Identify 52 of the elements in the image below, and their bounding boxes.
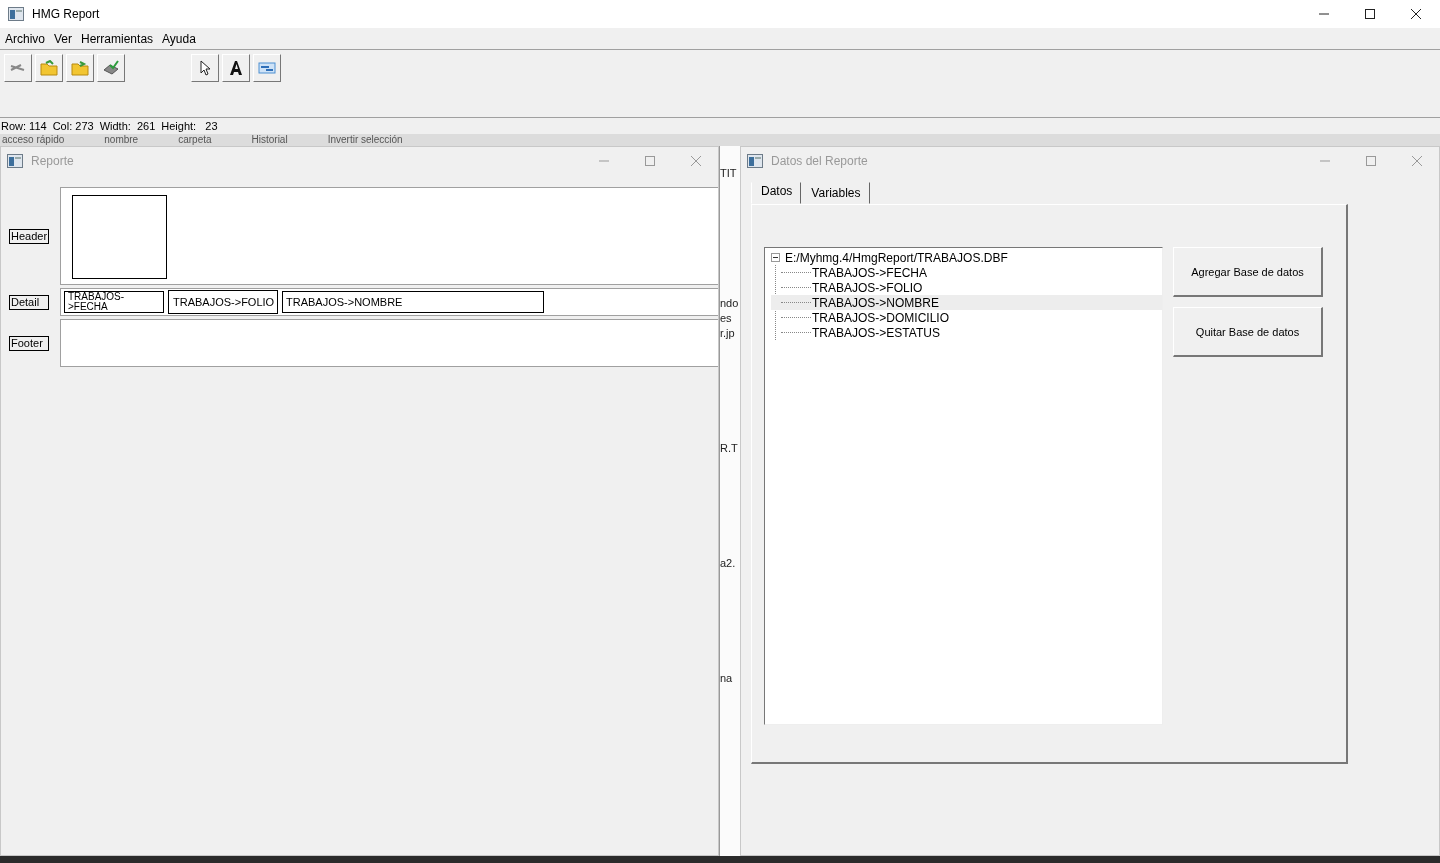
window-icon bbox=[8, 7, 24, 21]
toolbar-button[interactable] bbox=[191, 54, 219, 82]
close-icon[interactable] bbox=[1410, 8, 1422, 20]
background-text: na bbox=[720, 671, 734, 686]
menu-item[interactable]: Herramientas bbox=[81, 31, 161, 46]
menu-item[interactable]: Ayuda bbox=[162, 31, 203, 46]
image-frame[interactable] bbox=[72, 195, 167, 279]
background-text: r.jp bbox=[720, 326, 736, 341]
background-text: R.T bbox=[720, 441, 739, 456]
background-text: TIT bbox=[720, 166, 738, 181]
window-title: HMG Report bbox=[32, 7, 101, 21]
window-title: Datos del Reporte bbox=[771, 154, 869, 168]
background-text: es bbox=[720, 311, 733, 326]
tree-item[interactable]: TRABAJOS->DOMICILIO bbox=[811, 310, 951, 325]
report-field[interactable]: TRABAJOS->NOMBRE bbox=[282, 291, 544, 313]
status-text: Height: 23 bbox=[161, 120, 218, 132]
tab[interactable]: Datos bbox=[751, 182, 802, 204]
background-text: ndo bbox=[720, 296, 740, 311]
collapse-icon[interactable] bbox=[771, 253, 780, 262]
background-text: carpeta bbox=[178, 134, 212, 146]
tree-item[interactable]: TRABAJOS->ESTATUS bbox=[811, 325, 941, 340]
disk-check-icon bbox=[102, 60, 120, 76]
pointer-icon bbox=[198, 60, 212, 76]
status-text: Col: 273 bbox=[52, 120, 94, 132]
status-text: Width: 261 bbox=[99, 120, 156, 132]
folder-icon bbox=[71, 60, 89, 76]
report-field[interactable]: TRABAJOS->FECHA bbox=[64, 291, 164, 313]
background-text: Invertir selección bbox=[327, 134, 403, 146]
tree-item[interactable]: TRABAJOS->FECHA bbox=[811, 265, 929, 280]
band-label[interactable]: Header bbox=[9, 228, 49, 244]
maximize-icon[interactable] bbox=[1364, 8, 1376, 20]
menu-item[interactable]: Archivo bbox=[5, 31, 52, 46]
folder-icon bbox=[40, 60, 58, 76]
status-text: Row: 114 bbox=[1, 120, 47, 132]
report-field[interactable]: TRABAJOS->FOLIO bbox=[168, 290, 278, 314]
background-text: Historial bbox=[251, 134, 288, 146]
background-text: acceso rápido bbox=[2, 134, 65, 146]
band-label[interactable]: Detail bbox=[9, 294, 49, 310]
tree-item[interactable]: E:/Myhmg.4/HmgReport/TRABAJOS.DBF bbox=[785, 250, 1008, 265]
band-label[interactable]: Footer bbox=[9, 335, 49, 351]
window-icon bbox=[747, 154, 763, 168]
toolbar-button[interactable] bbox=[222, 54, 250, 82]
tree-item[interactable]: TRABAJOS->FOLIO bbox=[811, 280, 924, 295]
background-text: nombre bbox=[104, 134, 139, 146]
menu-item[interactable]: Ver bbox=[54, 31, 80, 46]
field-icon bbox=[258, 61, 276, 75]
action-button[interactable]: Quitar Base de datos bbox=[1173, 307, 1323, 357]
background-text: a2. bbox=[720, 556, 737, 571]
letter-icon bbox=[228, 60, 244, 76]
action-button[interactable]: Agregar Base de datos bbox=[1173, 247, 1323, 297]
window-title: Reporte bbox=[31, 154, 75, 168]
window-icon bbox=[7, 154, 23, 168]
